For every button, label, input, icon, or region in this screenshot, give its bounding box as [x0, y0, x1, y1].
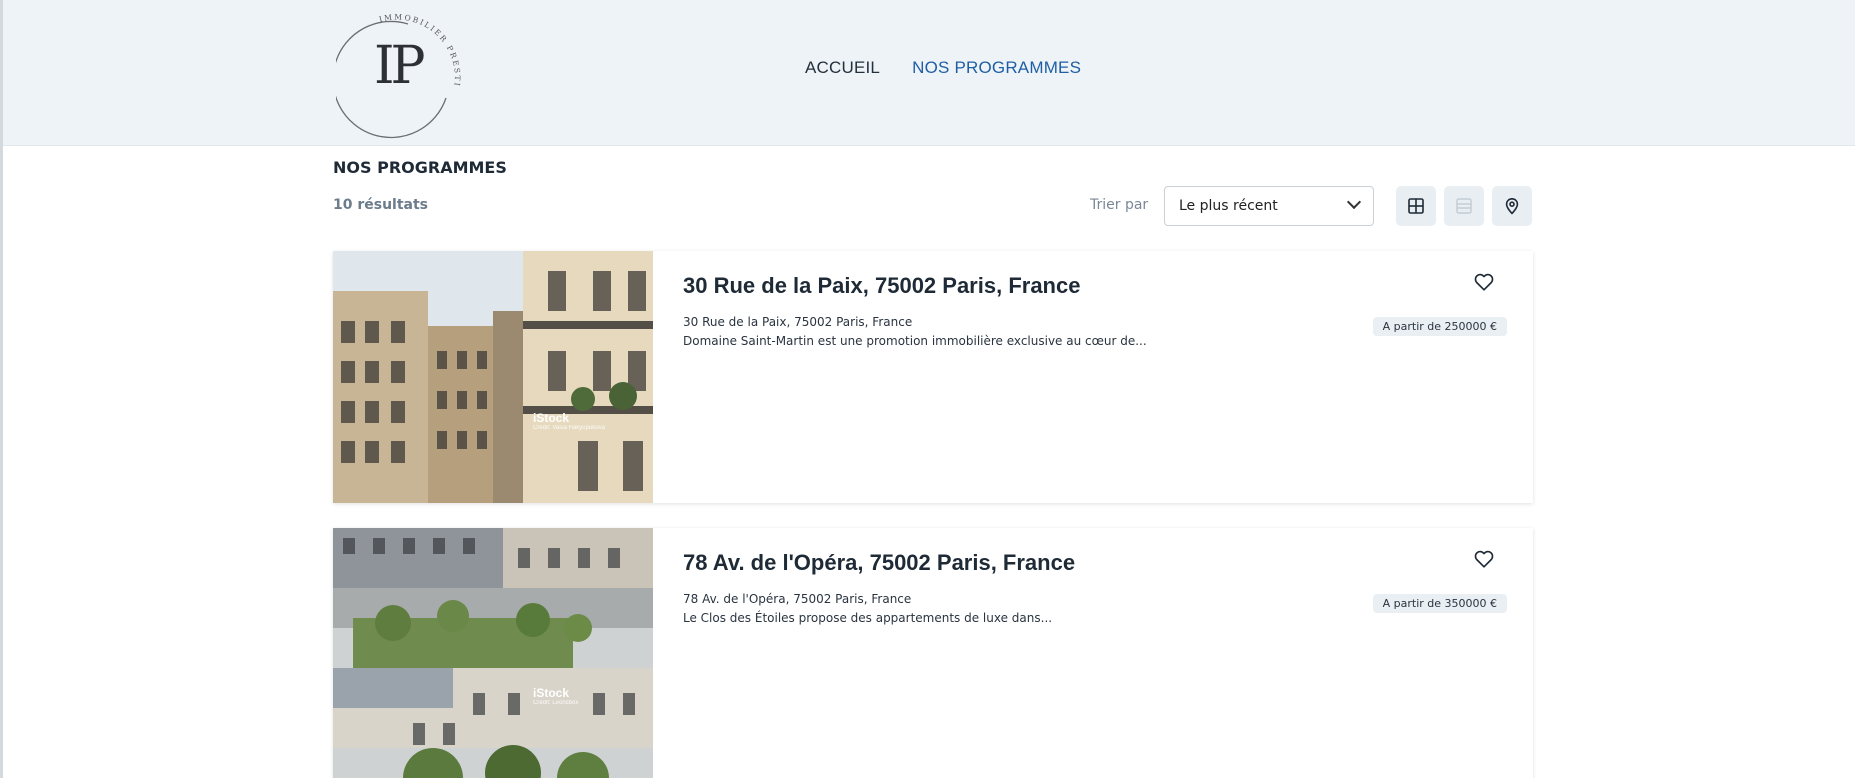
programme-photo[interactable]: iStock Credit: Vasia Hakyupukova	[333, 251, 653, 503]
map-pin-icon	[1505, 197, 1519, 215]
main-nav: ACCUEIL NOS PROGRAMMES	[805, 58, 1081, 78]
nav-nos-programmes[interactable]: NOS PROGRAMMES	[912, 58, 1081, 78]
programme-title[interactable]: 78 Av. de l'Opéra, 75002 Paris, France	[683, 550, 1075, 576]
site-header: IMMOBILIER PRESTIGE IP ACCUEIL NOS PROGR…	[3, 0, 1855, 146]
programme-card[interactable]: iStock Credit: Vasia Hakyupukova 30 Rue …	[333, 251, 1533, 503]
sort-dropdown-value: Le plus récent	[1179, 198, 1278, 214]
list-view-icon	[1456, 198, 1472, 214]
heart-icon	[1474, 550, 1494, 568]
logo-monogram: IP	[374, 36, 425, 96]
sort-dropdown[interactable]: Le plus récent	[1164, 186, 1374, 226]
programme-card[interactable]: iStock Credit: Leonsbox 78 Av. de l'Opér…	[333, 528, 1533, 778]
map-view-button[interactable]	[1492, 186, 1532, 226]
programme-address: 30 Rue de la Paix, 75002 Paris, France	[683, 315, 913, 329]
building-photo-image	[333, 251, 653, 503]
building-photo-image	[333, 528, 653, 778]
favorite-button[interactable]	[1473, 548, 1497, 572]
brand-logo[interactable]: IMMOBILIER PRESTIGE IP	[336, 10, 464, 139]
result-count: 10 résultats	[333, 197, 429, 213]
favorite-button[interactable]	[1473, 271, 1497, 295]
nav-accueil[interactable]: ACCUEIL	[805, 58, 880, 78]
price-badge: A partir de 250000 €	[1372, 317, 1507, 336]
grid-view-button[interactable]	[1396, 186, 1436, 226]
istock-watermark: iStock Credit: Leonsbox	[533, 686, 579, 706]
price-badge: A partir de 350000 €	[1372, 594, 1507, 613]
heart-icon	[1474, 273, 1494, 291]
programme-title[interactable]: 30 Rue de la Paix, 75002 Paris, France	[683, 273, 1080, 299]
chevron-down-icon	[1346, 194, 1362, 210]
programme-description: Domaine Saint-Martin est une promotion i…	[683, 334, 1147, 348]
sort-label: Trier par	[1090, 197, 1149, 213]
programme-photo[interactable]: iStock Credit: Leonsbox	[333, 528, 653, 778]
istock-watermark: iStock Credit: Vasia Hakyupukova	[533, 411, 605, 431]
grid-view-icon	[1408, 198, 1424, 214]
list-view-button[interactable]	[1444, 186, 1484, 226]
page-title: NOS PROGRAMMES	[333, 158, 507, 177]
programme-description: Le Clos des Étoiles propose des appartem…	[683, 611, 1053, 625]
programme-address: 78 Av. de l'Opéra, 75002 Paris, France	[683, 592, 912, 606]
